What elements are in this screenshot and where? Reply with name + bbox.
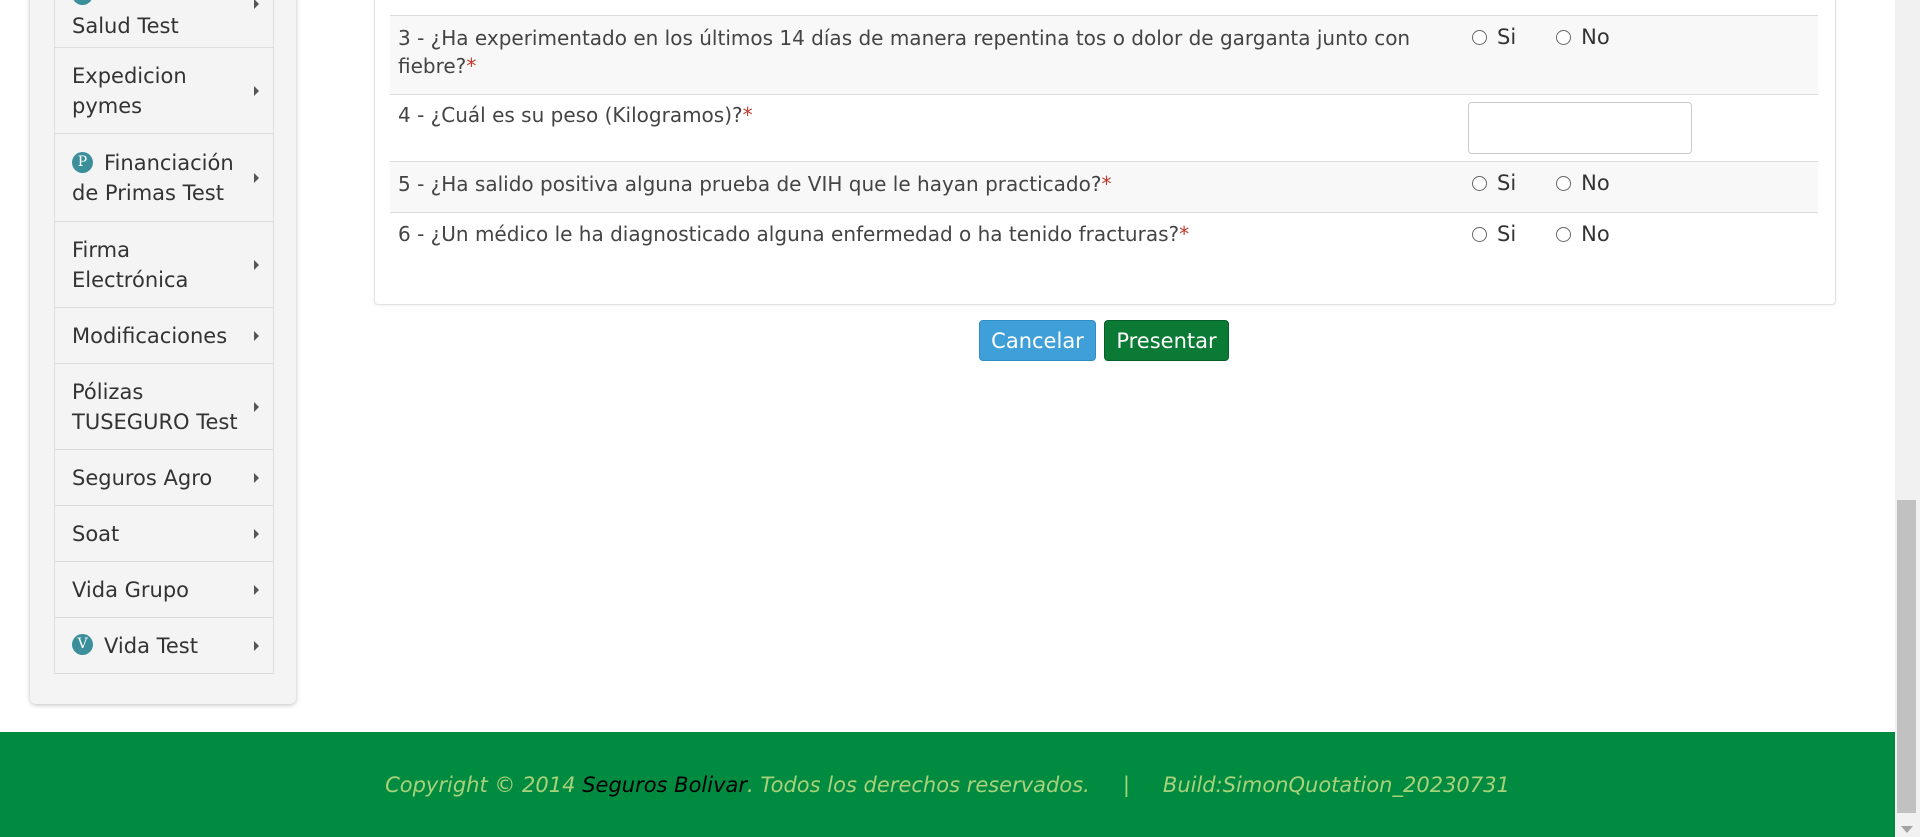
sidebar-item-label: Soat xyxy=(72,521,120,546)
sidebar-item-label: Salud Test xyxy=(72,14,179,38)
question-text: 6 - ¿Un médico le ha diagnosticado algun… xyxy=(398,220,1418,248)
footer: Copyright © 2014 Seguros Bolivar. Todos … xyxy=(0,732,1895,837)
sidebar-item-polizas-tuseguro[interactable]: Pólizas TUSEGURO Test xyxy=(55,364,273,450)
submit-button[interactable]: Presentar xyxy=(1104,320,1229,361)
sidebar-item-label-line: P Financiación xyxy=(72,148,234,178)
sidebar-item-label: Vida Test xyxy=(104,633,198,658)
sidebar-item-label: de Primas Test xyxy=(72,180,224,205)
weight-input[interactable] xyxy=(1468,102,1692,154)
sidebar-item-soat[interactable]: Soat xyxy=(55,506,273,562)
footer-build: Build:SimonQuotation_20230731 xyxy=(1162,772,1510,797)
question-text-line: fiebre? xyxy=(398,54,467,78)
radio-label-no: No xyxy=(1581,171,1610,195)
question-row-4: 4 - ¿Cuál es su peso (Kilogramos)?* xyxy=(390,94,1818,161)
radio-label-si: Si xyxy=(1497,171,1517,195)
sidebar-item-label: Seguros Agro xyxy=(72,465,213,490)
radio-label-no: No xyxy=(1581,25,1610,49)
radio-group: Si No xyxy=(1472,222,1650,246)
radio-no[interactable] xyxy=(1556,226,1572,242)
caret-right-icon xyxy=(254,330,259,341)
sidebar-item-label-group: P Financiación de Primas Test xyxy=(72,148,234,208)
question-text-line: 5 - ¿Ha salido positiva alguna prueba de… xyxy=(398,172,1102,196)
radio-si[interactable] xyxy=(1472,226,1487,242)
question-text-line: 4 - ¿Cuál es su peso (Kilogramos)? xyxy=(398,103,743,127)
sidebar-item-vida-grupo[interactable]: Vida Grupo xyxy=(55,562,273,618)
scrollbar-thumb[interactable] xyxy=(1897,500,1916,813)
sidebar-item-firma-electronica[interactable]: Firma Electrónica xyxy=(55,222,273,308)
radio-label-si: Si xyxy=(1497,25,1517,49)
badge-icon xyxy=(72,0,93,5)
radio-si[interactable] xyxy=(1472,175,1487,191)
sidebar-item-label-group: Pólizas TUSEGURO Test xyxy=(72,377,238,437)
required-mark: * xyxy=(466,54,477,78)
sidebar-item-financiacion-primas[interactable]: P Financiación de Primas Test xyxy=(55,134,273,222)
sidebar-item-label: Pólizas xyxy=(72,379,144,404)
question-row-6: 6 - ¿Un médico le ha diagnosticado algun… xyxy=(390,212,1818,272)
question-text-line: 3 - ¿Ha experimentado en los últimos 14 … xyxy=(398,26,1411,50)
radio-no[interactable] xyxy=(1556,29,1572,45)
question-row-5: 5 - ¿Ha salido positiva alguna prueba de… xyxy=(390,161,1818,212)
caret-right-icon xyxy=(254,0,259,9)
sidebar-item-modificaciones[interactable]: Modificaciones xyxy=(55,308,273,364)
sidebar-item-label-group: Expedicion pymes xyxy=(72,61,187,121)
caret-right-icon xyxy=(254,259,259,270)
sidebar-item-label: Vida Grupo xyxy=(72,577,190,602)
required-mark: * xyxy=(1101,172,1112,196)
sidebar-item-label: Expedicion xyxy=(72,63,187,88)
caret-right-icon xyxy=(254,584,259,595)
sidebar-item-label: Electrónica xyxy=(72,267,189,292)
required-mark: * xyxy=(742,103,753,127)
question-text: 4 - ¿Cuál es su peso (Kilogramos)?* xyxy=(398,101,1418,129)
question-text-line: 6 - ¿Un médico le ha diagnosticado algun… xyxy=(398,222,1180,246)
sidebar-item-label: pymes xyxy=(72,93,143,118)
sidebar-item-salud-test[interactable]: Salud Test xyxy=(55,0,273,48)
footer-rights: . Todos los derechos reservados. xyxy=(747,772,1090,797)
sidebar-item-label: TUSEGURO Test xyxy=(72,409,238,434)
caret-right-icon xyxy=(254,85,259,96)
radio-group: Si No xyxy=(1472,25,1650,49)
caret-right-icon xyxy=(254,472,259,483)
radio-label-no: No xyxy=(1581,222,1610,246)
sidebar-item-label: Financiación xyxy=(104,150,234,175)
sidebar-item-label-group: Firma Electrónica xyxy=(72,235,188,295)
question-text: 5 - ¿Ha salido positiva alguna prueba de… xyxy=(398,170,1418,198)
caret-right-icon xyxy=(254,528,259,539)
sidebar-item-label: Firma xyxy=(72,237,130,262)
caret-right-icon xyxy=(254,172,259,183)
footer-copyright: Copyright © 2014 xyxy=(385,772,583,797)
vertical-scrollbar[interactable] xyxy=(1895,0,1920,837)
question-text: 3 - ¿Ha experimentado en los últimos 14 … xyxy=(398,24,1418,80)
caret-right-icon xyxy=(254,640,259,651)
sidebar-item-seguros-agro[interactable]: Seguros Agro xyxy=(55,450,273,506)
cancel-button[interactable]: Cancelar xyxy=(979,320,1096,361)
radio-si[interactable] xyxy=(1472,29,1487,45)
sidebar-menu: Salud Test Expedicion pymes P Financiació… xyxy=(54,0,274,674)
p-badge-icon: P xyxy=(72,152,93,173)
radio-label-si: Si xyxy=(1497,222,1517,246)
footer-separator: | xyxy=(1122,772,1130,797)
caret-right-icon xyxy=(254,401,259,412)
required-mark: * xyxy=(1179,222,1190,246)
v-badge-icon: V xyxy=(72,634,93,655)
footer-brand: Seguros Bolivar xyxy=(582,772,748,797)
sidebar-item-label: Modificaciones xyxy=(72,323,228,348)
radio-group: Si No xyxy=(1472,171,1650,195)
sidebar-item-vida-test[interactable]: V Vida Test xyxy=(55,618,273,674)
radio-no[interactable] xyxy=(1556,175,1572,191)
question-row-3: 3 - ¿Ha experimentado en los últimos 14 … xyxy=(390,15,1818,94)
sidebar-item-expedicion-pymes[interactable]: Expedicion pymes xyxy=(55,48,273,134)
scroll-down-arrow-icon[interactable] xyxy=(1901,826,1913,833)
